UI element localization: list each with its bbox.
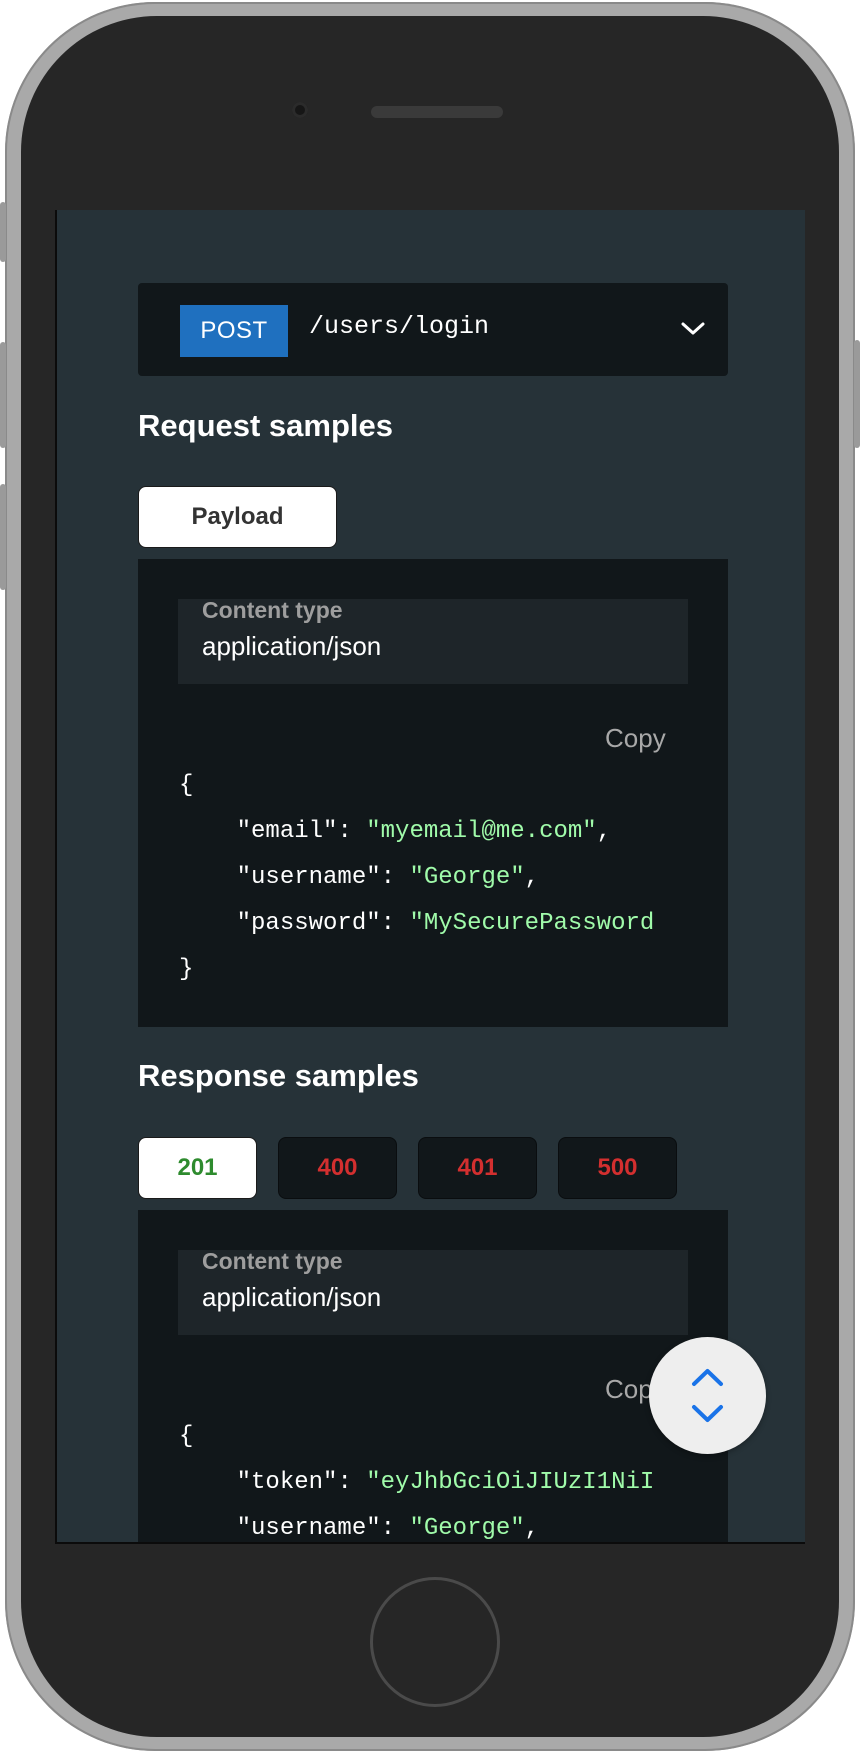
code-line: "username": "George", [236,1515,540,1542]
code-brace-close: } [179,956,194,983]
tab-payload[interactable]: Payload [138,486,337,548]
volume-up-button [0,342,6,448]
front-camera [292,102,308,118]
request-samples-title: Request samples [138,408,393,443]
content-type-label: Content type [202,597,343,623]
content-type-selector[interactable]: Content type application/json [178,1248,688,1335]
content-type-label: Content type [202,1248,343,1274]
response-sample-panel: Content type application/json Copy { "to… [138,1210,728,1542]
home-button [370,1577,500,1707]
code-line: "token": "eyJhbGciOiJIUzI1NiI [236,1469,655,1496]
scroll-toggle-button[interactable] [649,1337,766,1454]
code-line: "email": "myemail@me.com", [236,818,612,845]
code-line: "username": "George", [236,864,540,891]
tab-response-400[interactable]: 400 [278,1137,397,1199]
endpoint-toggle[interactable]: POST /users/login [138,283,728,376]
tab-response-201[interactable]: 201 [138,1137,257,1199]
content-type-value: application/json [202,1282,382,1312]
content-type-value: application/json [202,631,382,661]
app-screen: POST /users/login Request samples Payloa… [55,210,805,1544]
tab-response-401[interactable]: 401 [418,1137,537,1199]
http-method-badge: POST [180,305,288,357]
code-brace-open: { [179,772,194,799]
copy-button[interactable]: Copy [605,723,666,754]
endpoint-path: /users/login [309,312,490,341]
response-code-block: { "token": "eyJhbGciOiJIUzI1NiI "usernam… [179,1414,655,1542]
request-code-block: { "email": "myemail@me.com", "username":… [179,763,654,993]
power-button [854,340,860,448]
response-samples-title: Response samples [138,1058,419,1093]
tab-response-500[interactable]: 500 [558,1137,677,1199]
mute-switch [0,202,6,262]
content-type-selector[interactable]: Content type application/json [178,597,688,684]
code-brace-open: { [179,1423,194,1450]
request-sample-panel: Content type application/json Copy { "em… [138,559,728,1027]
earpiece-speaker [371,106,503,118]
unfold-icon [692,1369,723,1422]
chevron-down-icon[interactable] [680,315,706,341]
volume-down-button [0,484,6,590]
code-line: "password": "MySecurePassword [236,910,655,937]
